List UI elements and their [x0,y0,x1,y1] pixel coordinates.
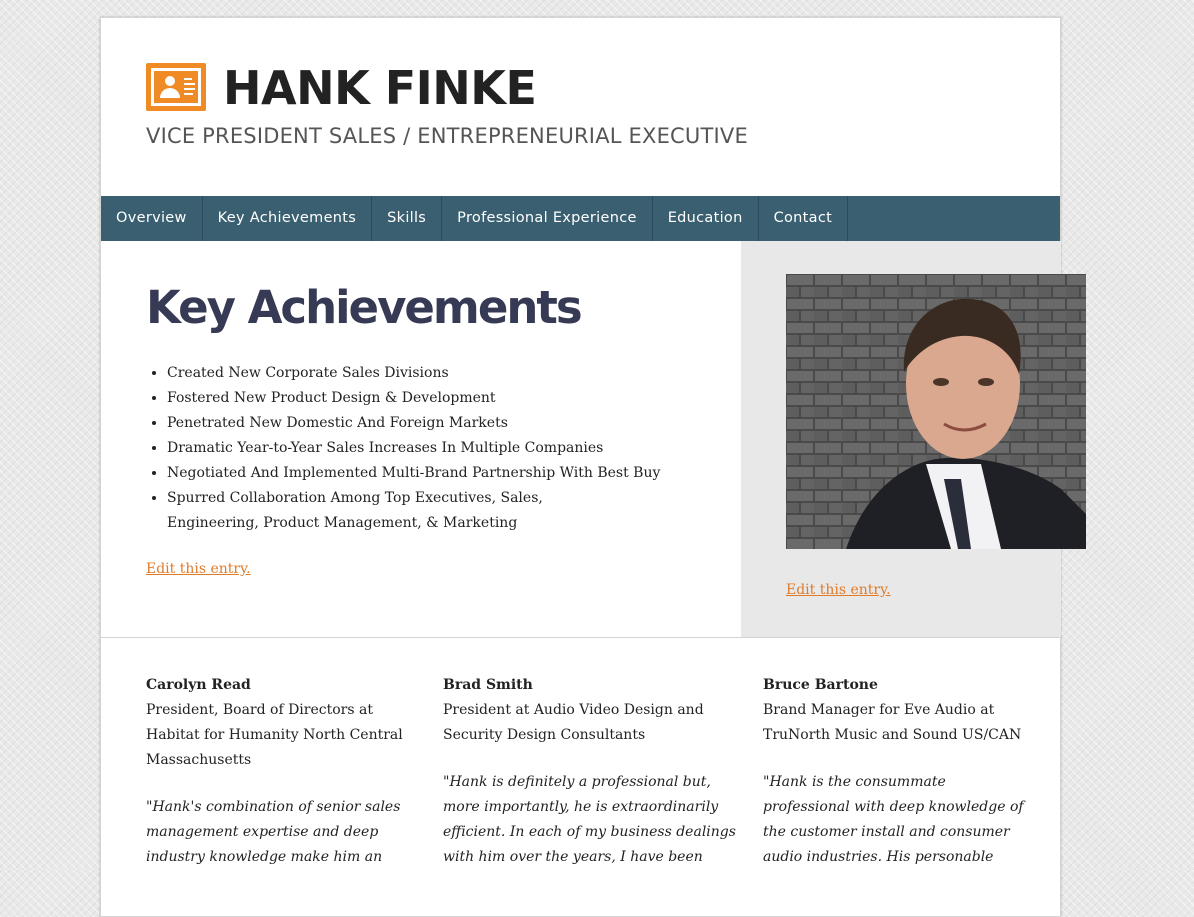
testimonial-quote: "Hank's combination of senior sales mana… [146,799,401,865]
sidebar: Edit this entry. [741,241,1086,637]
id-card-icon[interactable] [146,63,206,111]
testimonial-quote: "Hank is the consummate professional wit… [763,774,1024,865]
primary-navigation: Overview Key Achievements Skills Profess… [101,196,1060,241]
list-item: Penetrated New Domestic And Foreign Mark… [167,411,687,436]
list-item: Spurred Collaboration Among Top Executiv… [167,486,627,536]
achievements-list: Created New Corporate Sales Divisions Fo… [146,361,687,536]
profile-photo [786,274,1086,549]
list-item: Dramatic Year-to-Year Sales Increases In… [167,436,687,461]
edit-entry-link[interactable]: Edit this entry. [786,582,891,598]
site-header: HANK FINKE VICE PRESIDENT SALES / ENTREP… [101,18,1060,196]
site-description: VICE PRESIDENT SALES / ENTREPRENEURIAL E… [146,124,748,148]
testimonial-quote: "Hank is definitely a professional but, … [443,774,736,865]
list-item: Fostered New Product Design & Developmen… [167,386,687,411]
testimonial-name: Bruce Bartone [763,677,878,693]
testimonial-role: President, Board of Directors at Habitat… [146,702,403,768]
nav-item-education[interactable]: Education [653,196,759,241]
site-title[interactable]: HANK FINKE [223,58,537,118]
list-item: Negotiated And Implemented Multi-Brand P… [167,461,687,486]
nav-item-skills[interactable]: Skills [372,196,443,241]
testimonial-role: Brand Manager for Eve Audio at TruNorth … [763,702,1022,743]
testimonial-role: President at Audio Video Design and Secu… [443,702,704,743]
main-content: Key Achievements Created New Corporate S… [101,241,741,637]
list-item: Created New Corporate Sales Divisions [167,361,687,386]
divider [101,637,1060,638]
testimonial: Brad Smith President at Audio Video Desi… [443,673,743,870]
testimonial: Carolyn Read President, Board of Directo… [146,673,416,870]
page-container: HANK FINKE VICE PRESIDENT SALES / ENTREP… [100,17,1086,917]
edit-entry-link[interactable]: Edit this entry. [146,561,251,577]
nav-item-overview[interactable]: Overview [101,196,203,241]
nav-item-key-achievements[interactable]: Key Achievements [203,196,373,241]
testimonial-name: Brad Smith [443,677,533,693]
testimonial-name: Carolyn Read [146,677,251,693]
page-title: Key Achievements [146,281,583,334]
nav-item-professional-experience[interactable]: Professional Experience [442,196,653,241]
nav-item-contact[interactable]: Contact [759,196,849,241]
testimonial: Bruce Bartone Brand Manager for Eve Audi… [763,673,1043,870]
